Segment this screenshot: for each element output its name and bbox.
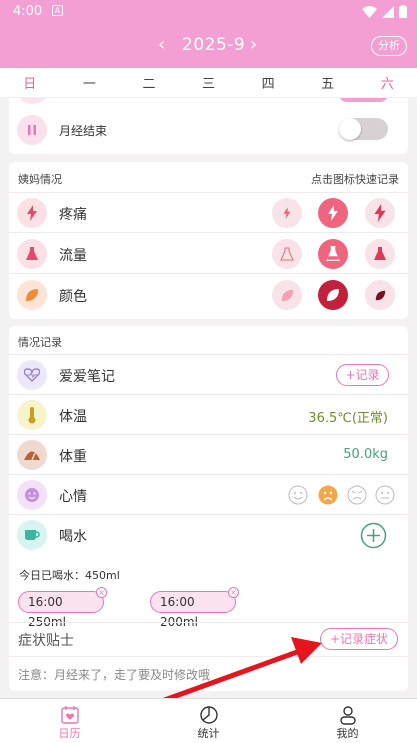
records-card: 情况记录 爱爱笔记 +记录 体温 36.5℃(正常) 体重 50.0kg 心情 bbox=[9, 326, 408, 691]
aunt-title: 姨妈情况 bbox=[18, 173, 62, 186]
water-label: 喝水 bbox=[59, 529, 87, 545]
mood-row: 心情 bbox=[9, 475, 408, 515]
weekday-wed: 三 bbox=[202, 77, 216, 92]
calendar-heart-icon bbox=[60, 706, 79, 724]
period-end-toggle[interactable] bbox=[339, 118, 388, 140]
nav-mine[interactable]: 我的 bbox=[278, 699, 417, 743]
lightning-icon bbox=[17, 198, 47, 228]
mood-angry-icon[interactable] bbox=[347, 485, 367, 505]
next-month-button[interactable]: › bbox=[250, 34, 257, 55]
nav-stats[interactable]: 统计 bbox=[139, 699, 278, 743]
color-row: 颜色 bbox=[9, 275, 408, 315]
color-light-option[interactable] bbox=[272, 280, 302, 310]
pause-icon bbox=[17, 115, 47, 145]
weekday-row: 日 一 二 三 四 五 六 bbox=[0, 68, 417, 98]
period-card: 月经结束 bbox=[9, 98, 408, 154]
leaf-icon bbox=[17, 280, 47, 310]
nav-calendar[interactable]: 日历 bbox=[0, 699, 139, 743]
flow-row: 流量 bbox=[9, 234, 408, 274]
divider bbox=[9, 622, 408, 623]
divider bbox=[9, 656, 408, 657]
weekday-tue: 二 bbox=[142, 77, 156, 92]
mood-label: 心情 bbox=[59, 489, 87, 505]
flow-label: 流量 bbox=[59, 248, 87, 264]
love-label: 爱爱笔记 bbox=[59, 369, 115, 385]
pain-row: 疼痛 bbox=[9, 193, 408, 233]
weekday-fri: 五 bbox=[321, 77, 335, 92]
nav-calendar-label: 日历 bbox=[58, 727, 81, 740]
add-water-icon[interactable] bbox=[360, 522, 387, 549]
period-end-label: 月经结束 bbox=[59, 124, 108, 138]
pain-light-option[interactable] bbox=[272, 198, 302, 228]
weekday-mon: 一 bbox=[82, 77, 96, 92]
mood-neutral-icon[interactable] bbox=[375, 485, 395, 505]
signal-icon bbox=[382, 5, 394, 18]
flow-medium-option[interactable] bbox=[318, 239, 348, 269]
prev-month-button[interactable]: ‹ bbox=[158, 34, 165, 55]
water-row: 喝水 bbox=[9, 515, 408, 555]
period-end-row: 月经结束 bbox=[9, 110, 408, 150]
flow-heavy-option[interactable] bbox=[365, 239, 395, 269]
month-title: 2025-9 bbox=[182, 35, 246, 55]
calendar-header: ‹ 2025-9 › 分析 bbox=[0, 24, 417, 68]
person-icon bbox=[339, 706, 356, 725]
pain-heavy-option[interactable] bbox=[365, 198, 395, 228]
smiley-icon bbox=[17, 480, 47, 510]
battery-icon bbox=[399, 5, 407, 18]
pain-label: 疼痛 bbox=[59, 207, 87, 223]
wifi-icon bbox=[362, 5, 377, 18]
nav-stats-label: 统计 bbox=[197, 727, 220, 740]
flow-light-option[interactable] bbox=[272, 239, 302, 269]
partial-circle bbox=[18, 98, 48, 104]
love-row: 爱爱笔记 +记录 bbox=[9, 355, 408, 395]
water-entry-text: 16:00 250ml bbox=[28, 595, 66, 629]
mood-happy-icon[interactable] bbox=[288, 485, 308, 505]
weekday-sat: 六 bbox=[380, 77, 394, 92]
notification-icon: A bbox=[52, 5, 63, 16]
love-record-button[interactable]: +记录 bbox=[336, 364, 389, 386]
pain-medium-option[interactable] bbox=[318, 198, 348, 228]
close-icon[interactable]: × bbox=[96, 587, 107, 598]
partial-toggle-start[interactable] bbox=[339, 98, 388, 102]
aunt-hint: 点击图标快速记录 bbox=[311, 173, 399, 186]
weight-label: 体重 bbox=[59, 449, 87, 465]
scale-icon bbox=[17, 440, 47, 470]
water-entry-tag[interactable]: 16:00 200ml × bbox=[150, 587, 239, 629]
analyze-button[interactable]: 分析 bbox=[371, 36, 407, 56]
cup-icon bbox=[17, 520, 47, 550]
mood-sad-icon[interactable] bbox=[318, 485, 338, 505]
water-summary: 今日已喝水：450ml bbox=[19, 569, 120, 582]
water-entry-tag[interactable]: 16:00 250ml × bbox=[18, 587, 107, 629]
toggle-knob bbox=[339, 118, 361, 140]
thermometer-icon bbox=[17, 400, 47, 430]
flask-icon bbox=[17, 239, 47, 269]
close-icon[interactable]: × bbox=[228, 587, 239, 598]
symptoms-title: 症状贴士 bbox=[18, 633, 74, 649]
weight-value[interactable]: 50.0kg bbox=[343, 447, 388, 462]
temperature-label: 体温 bbox=[59, 409, 87, 425]
weekday-sun: 日 bbox=[23, 77, 37, 92]
color-dark-option[interactable] bbox=[365, 280, 395, 310]
pie-chart-icon bbox=[199, 706, 218, 724]
temperature-row: 体温 36.5℃(正常) bbox=[9, 395, 408, 435]
nav-mine-label: 我的 bbox=[336, 727, 359, 740]
temperature-value[interactable]: 36.5℃(正常) bbox=[308, 407, 388, 426]
heartbeat-icon bbox=[17, 360, 47, 390]
water-entry-text: 16:00 200ml bbox=[160, 595, 198, 629]
aunt-card: 姨妈情况 点击图标快速记录 疼痛 流量 颜色 bbox=[9, 162, 408, 319]
records-title: 情况记录 bbox=[18, 336, 62, 349]
color-medium-option[interactable] bbox=[318, 280, 348, 310]
status-bar: 4:00 A bbox=[0, 0, 417, 24]
color-label: 颜色 bbox=[59, 289, 87, 305]
bottom-nav: 日历 统计 我的 bbox=[0, 698, 417, 743]
weight-row: 体重 50.0kg bbox=[9, 435, 408, 475]
weekday-thu: 四 bbox=[261, 77, 275, 92]
status-time: 4:00 bbox=[13, 4, 43, 19]
record-symptom-button[interactable]: +记录症状 bbox=[320, 628, 398, 650]
symptom-note: 注意：月经来了，走了要及时修改哦 bbox=[18, 668, 211, 682]
